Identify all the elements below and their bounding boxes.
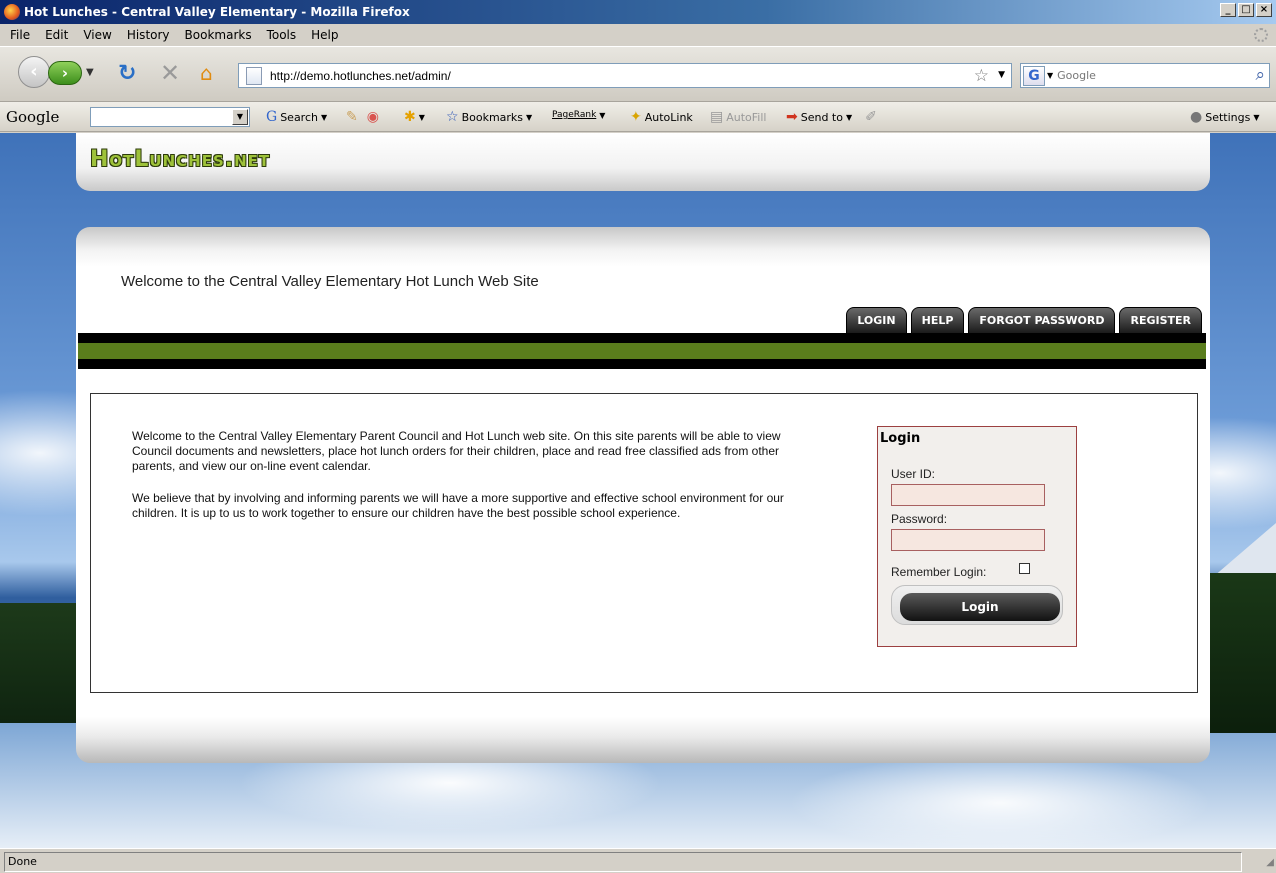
google-search-button[interactable]: G Search ▼	[266, 110, 327, 124]
page-title: Welcome to the Central Valley Elementary…	[121, 273, 539, 290]
bookmarks-label: Bookmarks	[461, 110, 524, 124]
autolink-label: AutoLink	[644, 110, 693, 124]
url-dropdown-icon[interactable]: ▼	[998, 70, 1005, 80]
google-toolbar: Google ▼ G Search ▼ ✎ ◉ ✱ ▼ ☆ Bookmarks …	[0, 102, 1276, 132]
nav-stripe	[78, 333, 1206, 369]
login-title: Login	[880, 431, 921, 446]
window-title-bar: Hot Lunches - Central Valley Elementary …	[0, 0, 1276, 24]
dropdown-icon: ▼	[418, 112, 425, 122]
menu-file[interactable]: File	[4, 28, 39, 42]
home-icon[interactable]: ⌂	[200, 61, 213, 85]
search-engine-icon[interactable]: G	[1023, 65, 1045, 86]
pagerank-button[interactable]: PageRank ▼	[552, 110, 605, 120]
sendto-button[interactable]: ➡ Send to ▼ ✐	[786, 110, 877, 124]
user-id-field[interactable]	[891, 484, 1045, 506]
url-text[interactable]: http://demo.hotlunches.net/admin/	[270, 69, 451, 83]
navigation-toolbar: ‹ › ▼ ↻ ✕ ⌂ http://demo.hotlunches.net/a…	[0, 46, 1276, 102]
status-text: Done	[4, 852, 1242, 872]
google-search-input[interactable]: ▼	[90, 107, 250, 127]
window-title: Hot Lunches - Central Valley Elementary …	[24, 5, 410, 19]
pagemarks-button[interactable]: ✱ ▼	[404, 110, 425, 124]
url-bar[interactable]: http://demo.hotlunches.net/admin/ ☆ ▼	[238, 63, 1012, 88]
status-bar: Done ◢	[0, 848, 1276, 873]
autofill-label: AutoFill	[726, 110, 767, 124]
site-nav-tabs: LOGIN HELP FORGOT PASSWORD REGISTER	[846, 307, 1202, 333]
maximize-button[interactable]: □	[1238, 3, 1254, 17]
highlighter-icon: ✎	[346, 109, 358, 125]
main-panel: Welcome to the Central Valley Elementary…	[76, 227, 1210, 763]
pencil-icon[interactable]: ✐	[865, 110, 877, 124]
bookmarks-star-icon: ☆	[446, 109, 459, 125]
login-form: Login User ID: Password: Remember Login:…	[877, 426, 1077, 647]
site-header: HotLunches.net	[76, 133, 1210, 191]
menu-help[interactable]: Help	[305, 28, 347, 42]
back-button[interactable]: ‹	[18, 56, 50, 88]
close-button[interactable]: ×	[1256, 3, 1272, 17]
google-logo[interactable]: Google	[6, 108, 59, 126]
tab-help[interactable]: HELP	[910, 307, 965, 333]
dropdown-icon: ▼	[526, 112, 533, 122]
login-button[interactable]: Login	[900, 593, 1060, 621]
google-search-label: Search	[280, 110, 318, 124]
autolink-button[interactable]: ✦ AutoLink	[630, 110, 693, 124]
tab-forgot-password[interactable]: FORGOT PASSWORD	[968, 307, 1116, 333]
remember-login-label: Remember Login:	[891, 565, 987, 579]
sendto-arrow-icon: ➡	[786, 109, 798, 125]
google-search-dropdown-icon[interactable]: ▼	[232, 109, 248, 125]
extensions-icon: ✱	[404, 109, 416, 125]
user-id-label: User ID:	[891, 467, 936, 481]
dropdown-icon: ▼	[320, 112, 328, 122]
history-dropdown-icon[interactable]: ▼	[86, 67, 94, 78]
menu-edit[interactable]: Edit	[39, 28, 77, 42]
menu-bookmarks[interactable]: Bookmarks	[179, 28, 261, 42]
content-box: Welcome to the Central Valley Elementary…	[90, 393, 1198, 693]
settings-button[interactable]: ● Settings ▼	[1190, 110, 1260, 124]
autolink-wand-icon: ✦	[630, 109, 642, 125]
dropdown-icon: ▼	[845, 112, 853, 122]
password-field[interactable]	[891, 529, 1045, 551]
password-label: Password:	[891, 512, 948, 526]
login-button-frame: Login	[891, 585, 1063, 625]
search-placeholder: Google	[1057, 69, 1096, 82]
tab-login[interactable]: LOGIN	[846, 307, 907, 333]
intro-paragraph: Welcome to the Central Valley Elementary…	[132, 429, 781, 473]
trees-background-right	[1206, 573, 1276, 733]
page-viewport: HotLunches.net Welcome to the Central Va…	[0, 133, 1276, 848]
autofill-button[interactable]: ▤ AutoFill	[710, 110, 766, 124]
settings-label: Settings	[1205, 110, 1251, 124]
firefox-icon	[4, 4, 20, 20]
search-icon[interactable]: ⌕	[1255, 65, 1265, 85]
search-bar[interactable]: G ▼ Google ⌕	[1020, 63, 1270, 88]
google-g-icon: G	[266, 109, 278, 125]
forward-button[interactable]: ›	[48, 61, 82, 85]
dropdown-icon: ▼	[599, 110, 606, 120]
reload-icon[interactable]: ↻	[118, 61, 136, 86]
activity-throbber-icon	[1254, 28, 1268, 42]
page-icon	[246, 66, 262, 85]
tab-register[interactable]: REGISTER	[1119, 307, 1202, 333]
resize-grip-icon[interactable]: ◢	[1266, 857, 1274, 868]
highlight-button[interactable]: ✎ ◉	[346, 110, 379, 124]
trees-background-left	[0, 603, 80, 723]
menu-tools[interactable]: Tools	[261, 28, 306, 42]
intro-paragraph: We believe that by involving and informi…	[132, 491, 784, 520]
stop-icon[interactable]: ✕	[160, 59, 180, 87]
remember-login-checkbox[interactable]	[1019, 563, 1030, 574]
bookmark-star-icon[interactable]: ☆	[974, 66, 989, 86]
dropdown-icon: ▼	[1253, 112, 1260, 122]
sendto-label: Send to	[800, 110, 843, 124]
popup-blocker-icon: ◉	[366, 109, 379, 125]
menu-bar: File Edit View History Bookmarks Tools H…	[0, 24, 1276, 46]
settings-gear-icon: ●	[1190, 109, 1203, 125]
menu-history[interactable]: History	[121, 28, 179, 42]
pagerank-label: PageRank	[552, 110, 597, 120]
site-logo[interactable]: HotLunches.net	[90, 147, 270, 172]
bookmarks-button[interactable]: ☆ Bookmarks ▼	[446, 110, 532, 124]
menu-view[interactable]: View	[77, 28, 120, 42]
minimize-button[interactable]: _	[1220, 3, 1236, 17]
autofill-icon: ▤	[710, 109, 724, 125]
search-engine-dropdown-icon[interactable]: ▼	[1047, 71, 1053, 80]
